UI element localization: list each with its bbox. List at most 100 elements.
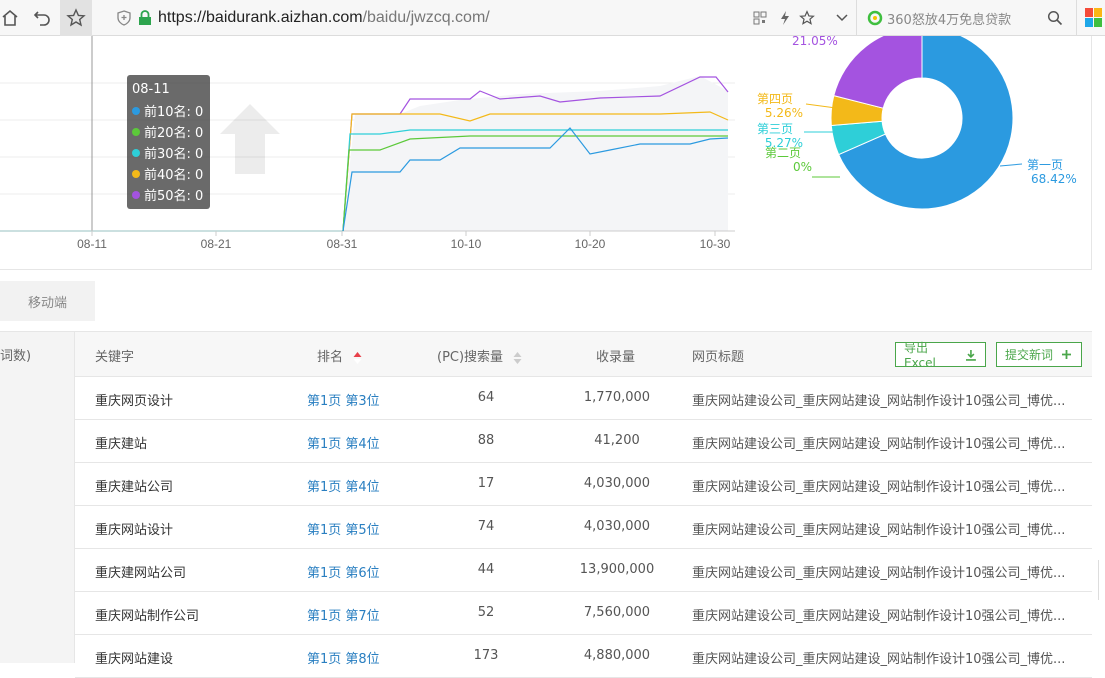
tooltip-row: 前50名: 0 xyxy=(132,184,205,205)
url-text: https://baidurank.aizhan.com/baidu/jwzcq… xyxy=(158,9,490,27)
home-icon[interactable] xyxy=(0,0,26,36)
search-icon[interactable] xyxy=(1047,10,1063,26)
pie-label-page4: 第四页 5.26% xyxy=(757,92,803,120)
header-rank[interactable]: 排名 xyxy=(317,346,362,365)
keyword-cell[interactable]: 重庆网页设计 xyxy=(95,390,173,409)
pie-slice-name: 第三页 xyxy=(757,122,794,136)
submit-label: 提交新词 xyxy=(1005,348,1054,362)
submit-keyword-button[interactable]: 提交新词 xyxy=(996,342,1082,367)
360-logo-icon xyxy=(867,10,883,26)
title-cell: 重庆网站建设公司_重庆网站建设_网站制作设计10强公司_博优... xyxy=(692,480,1066,495)
keyword-cell[interactable]: 重庆网站设计 xyxy=(95,519,173,538)
header-volume[interactable]: (PC)搜索量 xyxy=(437,346,522,365)
address-bar[interactable]: https://baidurank.aizhan.com/baidu/jwzcq… xyxy=(106,0,856,36)
chevron-down-icon[interactable] xyxy=(835,13,849,23)
rank-link[interactable]: 第1页 第4位 xyxy=(307,433,380,452)
plus-icon xyxy=(1062,350,1072,359)
rank-link[interactable]: 第1页 第6位 xyxy=(307,562,380,581)
title-cell: 重庆网站建设公司_重庆网站建设_网站制作设计10强公司_博优... xyxy=(692,652,1066,667)
pie-pct: 5.26% xyxy=(764,106,803,120)
rank-link[interactable]: 第1页 第4位 xyxy=(307,476,380,495)
table-row: 重庆网站设计 第1页 第5位 74 4,030,000 重庆网站建设公司_重庆网站建设_… xyxy=(75,506,1092,549)
pie-label-page1: 第一页 68.42% xyxy=(1027,158,1077,186)
x-tick-label: 08-31 xyxy=(327,237,358,251)
tab-mobile[interactable]: 移动端 xyxy=(0,281,95,321)
export-excel-button[interactable]: 导出Excel xyxy=(895,341,986,370)
volume-cell: 44 xyxy=(477,562,495,577)
table-header: 关键字 排名 (PC)搜索量 收录量 网页标题 导出Excel 提交新词 xyxy=(75,332,1092,377)
apps-grid-icon[interactable] xyxy=(1076,0,1105,36)
url-path: /baidu/jwzcq.com/ xyxy=(362,9,490,26)
scrollbar[interactable] xyxy=(1098,560,1105,600)
export-label: 导出Excel xyxy=(904,341,936,370)
pie-pct: 21.05% xyxy=(792,34,838,48)
legend-dot xyxy=(132,127,140,136)
index-cell: 4,880,000 xyxy=(583,648,651,663)
pie-slice-name: 第一页 xyxy=(1027,158,1064,172)
tooltip-label: 前20名: 0 xyxy=(144,126,204,141)
legend-dot xyxy=(132,106,140,115)
volume-cell: 52 xyxy=(477,605,495,620)
title-cell: 重庆网站建设公司_重庆网站建设_网站制作设计10强公司_博优... xyxy=(692,394,1066,409)
flash-icon[interactable] xyxy=(779,10,791,26)
tooltip-label: 前40名: 0 xyxy=(144,168,204,183)
table-row: 重庆建站 第1页 第4位 88 41,200 重庆网站建设公司_重庆网站建设_网站制作设… xyxy=(75,420,1092,463)
index-cell: 7,560,000 xyxy=(583,605,651,620)
pie-slice-name: 第四页 xyxy=(757,92,794,106)
pie-label-page2: 第二页 0% xyxy=(765,146,812,174)
browser-toolbar: https://baidurank.aizhan.com/baidu/jwzcq… xyxy=(0,0,1105,36)
keyword-cell[interactable]: 重庆建站 xyxy=(95,433,147,452)
chart-panel: 08-11 08-21 08-31 10-10 10-20 10-30 08-11 前10… xyxy=(0,34,1092,270)
x-tick-label: 10-20 xyxy=(575,237,606,251)
chart-tooltip: 08-11 前10名: 0 前20名: 0 前30名: 0 前40名: 0 前5… xyxy=(127,75,210,209)
pie-label-other: 21.05% xyxy=(792,34,838,48)
table-row: 重庆网站制作公司 第1页 第7位 52 7,560,000 重庆网站建设公司_重庆网站建… xyxy=(75,592,1092,635)
keyword-cell[interactable]: 重庆网站制作公司 xyxy=(95,605,199,624)
tooltip-row: 前30名: 0 xyxy=(132,142,205,163)
index-cell: 13,900,000 xyxy=(579,562,655,577)
legend-dot xyxy=(132,148,140,157)
search-bar[interactable]: 360怒放4万免息贷款 xyxy=(856,0,1074,36)
index-cell: 41,200 xyxy=(594,433,640,448)
rank-link[interactable]: 第1页 第5位 xyxy=(307,519,380,538)
legend-dot xyxy=(132,169,140,178)
table-body: 重庆网页设计 第1页 第3位 64 1,770,000 重庆网站建设公司_重庆网站建设_… xyxy=(75,377,1092,678)
keyword-cell[interactable]: 重庆建网站公司 xyxy=(95,562,186,581)
tooltip-label: 前10名: 0 xyxy=(144,105,204,120)
header-keyword: 关键字 xyxy=(95,350,135,365)
tooltip-label: 前50名: 0 xyxy=(144,189,204,204)
tooltip-row: 前20名: 0 xyxy=(132,121,205,142)
tooltip-title: 08-11 xyxy=(132,82,170,97)
leader-line-page1 xyxy=(999,163,1023,167)
search-placeholder: 360怒放4万免息贷款 xyxy=(887,12,1012,28)
header-rank-label: 排名 xyxy=(317,350,344,365)
index-cell: 4,030,000 xyxy=(583,519,651,534)
header-index: 收录量 xyxy=(596,350,636,365)
volume-cell: 88 xyxy=(477,433,495,448)
table-row: 重庆网站建设 第1页 第8位 173 4,880,000 重庆网站建设公司_重庆网站建设… xyxy=(75,635,1092,678)
x-tick-label: 10-10 xyxy=(451,237,482,251)
favorite-star-icon[interactable] xyxy=(799,10,815,26)
sort-icon[interactable] xyxy=(513,351,522,365)
volume-cell: 64 xyxy=(477,390,495,405)
undo-icon[interactable] xyxy=(26,0,58,36)
rank-link[interactable]: 第1页 第7位 xyxy=(307,605,380,624)
rank-link[interactable]: 第1页 第3位 xyxy=(307,390,380,409)
keyword-cell[interactable]: 重庆建站公司 xyxy=(95,476,173,495)
bookmark-star-icon[interactable] xyxy=(60,0,92,36)
title-cell: 重庆网站建设公司_重庆网站建设_网站制作设计10强公司_博优... xyxy=(692,566,1066,581)
table-row: 重庆网页设计 第1页 第3位 64 1,770,000 重庆网站建设公司_重庆网站建设_… xyxy=(75,377,1092,420)
pie-pct: 68.42% xyxy=(1031,172,1077,186)
qrcode-icon[interactable] xyxy=(753,11,767,25)
tooltip-row: 前10名: 0 xyxy=(132,100,205,121)
rank-link[interactable]: 第1页 第8位 xyxy=(307,648,380,667)
table-row: 重庆建网站公司 第1页 第6位 44 13,900,000 重庆网站建设公司_重庆网站建… xyxy=(75,549,1092,592)
header-title: 网页标题 xyxy=(692,350,745,365)
index-cell: 1,770,000 xyxy=(583,390,651,405)
volume-cell: 17 xyxy=(477,476,495,491)
sort-asc-active-icon[interactable] xyxy=(353,351,362,365)
keyword-cell[interactable]: 重庆网站建设 xyxy=(95,648,173,667)
pie-slice[interactable] xyxy=(833,36,923,109)
x-tick-label: 08-11 xyxy=(77,237,107,251)
volume-cell: 173 xyxy=(473,648,499,663)
